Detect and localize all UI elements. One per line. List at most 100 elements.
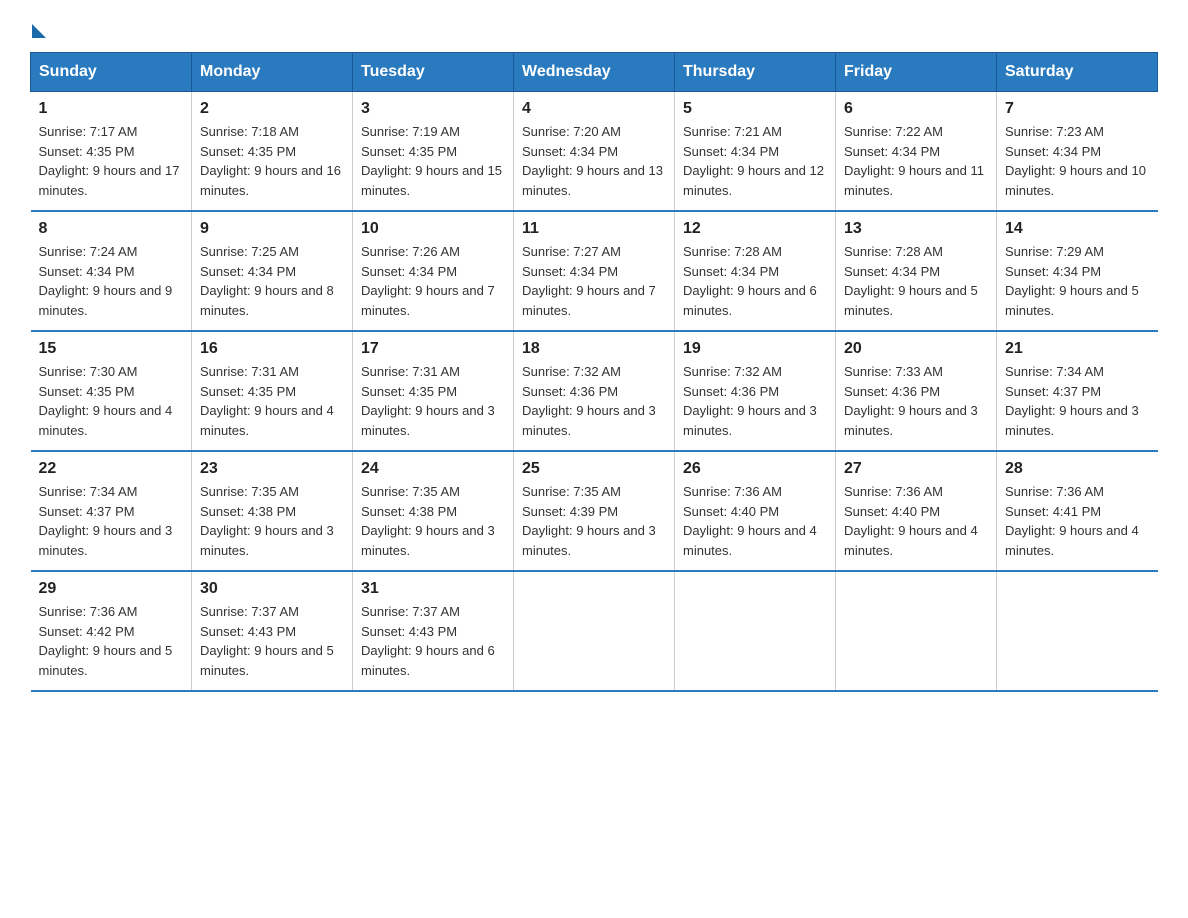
calendar-cell: 25 Sunrise: 7:35 AMSunset: 4:39 PMDaylig… bbox=[514, 451, 675, 571]
day-number: 21 bbox=[1005, 340, 1150, 358]
calendar-cell: 21 Sunrise: 7:34 AMSunset: 4:37 PMDaylig… bbox=[997, 331, 1158, 451]
day-number: 10 bbox=[361, 220, 505, 238]
calendar-cell: 22 Sunrise: 7:34 AMSunset: 4:37 PMDaylig… bbox=[31, 451, 192, 571]
calendar-cell: 3 Sunrise: 7:19 AMSunset: 4:35 PMDayligh… bbox=[353, 92, 514, 212]
day-number: 24 bbox=[361, 460, 505, 478]
calendar-cell: 9 Sunrise: 7:25 AMSunset: 4:34 PMDayligh… bbox=[192, 211, 353, 331]
day-info: Sunrise: 7:37 AMSunset: 4:43 PMDaylight:… bbox=[361, 604, 495, 678]
calendar-cell bbox=[836, 571, 997, 691]
calendar-cell: 7 Sunrise: 7:23 AMSunset: 4:34 PMDayligh… bbox=[997, 92, 1158, 212]
day-info: Sunrise: 7:24 AMSunset: 4:34 PMDaylight:… bbox=[39, 244, 173, 318]
day-number: 17 bbox=[361, 340, 505, 358]
day-number: 29 bbox=[39, 580, 184, 598]
day-number: 1 bbox=[39, 100, 184, 118]
day-info: Sunrise: 7:34 AMSunset: 4:37 PMDaylight:… bbox=[39, 484, 173, 558]
day-info: Sunrise: 7:21 AMSunset: 4:34 PMDaylight:… bbox=[683, 124, 824, 198]
calendar-cell: 4 Sunrise: 7:20 AMSunset: 4:34 PMDayligh… bbox=[514, 92, 675, 212]
day-number: 26 bbox=[683, 460, 827, 478]
day-number: 11 bbox=[522, 220, 666, 238]
day-number: 3 bbox=[361, 100, 505, 118]
calendar-cell: 5 Sunrise: 7:21 AMSunset: 4:34 PMDayligh… bbox=[675, 92, 836, 212]
day-info: Sunrise: 7:36 AMSunset: 4:40 PMDaylight:… bbox=[683, 484, 817, 558]
day-info: Sunrise: 7:28 AMSunset: 4:34 PMDaylight:… bbox=[683, 244, 817, 318]
day-info: Sunrise: 7:32 AMSunset: 4:36 PMDaylight:… bbox=[683, 364, 817, 438]
day-info: Sunrise: 7:30 AMSunset: 4:35 PMDaylight:… bbox=[39, 364, 173, 438]
calendar-cell: 27 Sunrise: 7:36 AMSunset: 4:40 PMDaylig… bbox=[836, 451, 997, 571]
calendar-cell: 23 Sunrise: 7:35 AMSunset: 4:38 PMDaylig… bbox=[192, 451, 353, 571]
calendar-cell: 13 Sunrise: 7:28 AMSunset: 4:34 PMDaylig… bbox=[836, 211, 997, 331]
calendar-cell: 8 Sunrise: 7:24 AMSunset: 4:34 PMDayligh… bbox=[31, 211, 192, 331]
day-info: Sunrise: 7:23 AMSunset: 4:34 PMDaylight:… bbox=[1005, 124, 1146, 198]
calendar-cell: 2 Sunrise: 7:18 AMSunset: 4:35 PMDayligh… bbox=[192, 92, 353, 212]
calendar-cell: 19 Sunrise: 7:32 AMSunset: 4:36 PMDaylig… bbox=[675, 331, 836, 451]
day-number: 5 bbox=[683, 100, 827, 118]
calendar-week-row: 22 Sunrise: 7:34 AMSunset: 4:37 PMDaylig… bbox=[31, 451, 1158, 571]
calendar-cell: 15 Sunrise: 7:30 AMSunset: 4:35 PMDaylig… bbox=[31, 331, 192, 451]
day-info: Sunrise: 7:25 AMSunset: 4:34 PMDaylight:… bbox=[200, 244, 334, 318]
calendar-table: SundayMondayTuesdayWednesdayThursdayFrid… bbox=[30, 52, 1158, 692]
header-monday: Monday bbox=[192, 53, 353, 92]
day-number: 22 bbox=[39, 460, 184, 478]
calendar-cell: 14 Sunrise: 7:29 AMSunset: 4:34 PMDaylig… bbox=[997, 211, 1158, 331]
calendar-header-row: SundayMondayTuesdayWednesdayThursdayFrid… bbox=[31, 53, 1158, 92]
day-number: 28 bbox=[1005, 460, 1150, 478]
header-sunday: Sunday bbox=[31, 53, 192, 92]
day-number: 15 bbox=[39, 340, 184, 358]
calendar-week-row: 8 Sunrise: 7:24 AMSunset: 4:34 PMDayligh… bbox=[31, 211, 1158, 331]
calendar-cell: 17 Sunrise: 7:31 AMSunset: 4:35 PMDaylig… bbox=[353, 331, 514, 451]
day-info: Sunrise: 7:36 AMSunset: 4:40 PMDaylight:… bbox=[844, 484, 978, 558]
day-info: Sunrise: 7:27 AMSunset: 4:34 PMDaylight:… bbox=[522, 244, 656, 318]
header-wednesday: Wednesday bbox=[514, 53, 675, 92]
header-tuesday: Tuesday bbox=[353, 53, 514, 92]
calendar-cell: 18 Sunrise: 7:32 AMSunset: 4:36 PMDaylig… bbox=[514, 331, 675, 451]
day-number: 14 bbox=[1005, 220, 1150, 238]
day-number: 9 bbox=[200, 220, 344, 238]
header-thursday: Thursday bbox=[675, 53, 836, 92]
day-number: 16 bbox=[200, 340, 344, 358]
day-number: 7 bbox=[1005, 100, 1150, 118]
day-number: 4 bbox=[522, 100, 666, 118]
header-friday: Friday bbox=[836, 53, 997, 92]
day-number: 8 bbox=[39, 220, 184, 238]
header-saturday: Saturday bbox=[997, 53, 1158, 92]
day-info: Sunrise: 7:22 AMSunset: 4:34 PMDaylight:… bbox=[844, 124, 984, 198]
day-info: Sunrise: 7:37 AMSunset: 4:43 PMDaylight:… bbox=[200, 604, 334, 678]
calendar-week-row: 1 Sunrise: 7:17 AMSunset: 4:35 PMDayligh… bbox=[31, 92, 1158, 212]
calendar-cell: 1 Sunrise: 7:17 AMSunset: 4:35 PMDayligh… bbox=[31, 92, 192, 212]
day-info: Sunrise: 7:36 AMSunset: 4:41 PMDaylight:… bbox=[1005, 484, 1139, 558]
day-number: 2 bbox=[200, 100, 344, 118]
day-number: 20 bbox=[844, 340, 988, 358]
day-info: Sunrise: 7:26 AMSunset: 4:34 PMDaylight:… bbox=[361, 244, 495, 318]
day-number: 30 bbox=[200, 580, 344, 598]
day-number: 6 bbox=[844, 100, 988, 118]
day-info: Sunrise: 7:29 AMSunset: 4:34 PMDaylight:… bbox=[1005, 244, 1139, 318]
page-header bbox=[30, 20, 1158, 32]
calendar-cell: 6 Sunrise: 7:22 AMSunset: 4:34 PMDayligh… bbox=[836, 92, 997, 212]
day-number: 25 bbox=[522, 460, 666, 478]
calendar-week-row: 15 Sunrise: 7:30 AMSunset: 4:35 PMDaylig… bbox=[31, 331, 1158, 451]
calendar-cell: 29 Sunrise: 7:36 AMSunset: 4:42 PMDaylig… bbox=[31, 571, 192, 691]
calendar-cell: 16 Sunrise: 7:31 AMSunset: 4:35 PMDaylig… bbox=[192, 331, 353, 451]
day-number: 19 bbox=[683, 340, 827, 358]
calendar-cell bbox=[514, 571, 675, 691]
day-number: 23 bbox=[200, 460, 344, 478]
day-info: Sunrise: 7:31 AMSunset: 4:35 PMDaylight:… bbox=[200, 364, 334, 438]
day-info: Sunrise: 7:32 AMSunset: 4:36 PMDaylight:… bbox=[522, 364, 656, 438]
calendar-cell: 28 Sunrise: 7:36 AMSunset: 4:41 PMDaylig… bbox=[997, 451, 1158, 571]
day-info: Sunrise: 7:33 AMSunset: 4:36 PMDaylight:… bbox=[844, 364, 978, 438]
calendar-cell: 12 Sunrise: 7:28 AMSunset: 4:34 PMDaylig… bbox=[675, 211, 836, 331]
logo-triangle-icon bbox=[32, 24, 46, 38]
day-number: 27 bbox=[844, 460, 988, 478]
day-number: 31 bbox=[361, 580, 505, 598]
day-number: 18 bbox=[522, 340, 666, 358]
day-info: Sunrise: 7:34 AMSunset: 4:37 PMDaylight:… bbox=[1005, 364, 1139, 438]
day-info: Sunrise: 7:20 AMSunset: 4:34 PMDaylight:… bbox=[522, 124, 663, 198]
day-info: Sunrise: 7:31 AMSunset: 4:35 PMDaylight:… bbox=[361, 364, 495, 438]
calendar-cell: 30 Sunrise: 7:37 AMSunset: 4:43 PMDaylig… bbox=[192, 571, 353, 691]
logo bbox=[30, 20, 46, 32]
calendar-cell: 24 Sunrise: 7:35 AMSunset: 4:38 PMDaylig… bbox=[353, 451, 514, 571]
calendar-cell: 11 Sunrise: 7:27 AMSunset: 4:34 PMDaylig… bbox=[514, 211, 675, 331]
day-info: Sunrise: 7:18 AMSunset: 4:35 PMDaylight:… bbox=[200, 124, 341, 198]
day-info: Sunrise: 7:35 AMSunset: 4:38 PMDaylight:… bbox=[361, 484, 495, 558]
day-info: Sunrise: 7:36 AMSunset: 4:42 PMDaylight:… bbox=[39, 604, 173, 678]
